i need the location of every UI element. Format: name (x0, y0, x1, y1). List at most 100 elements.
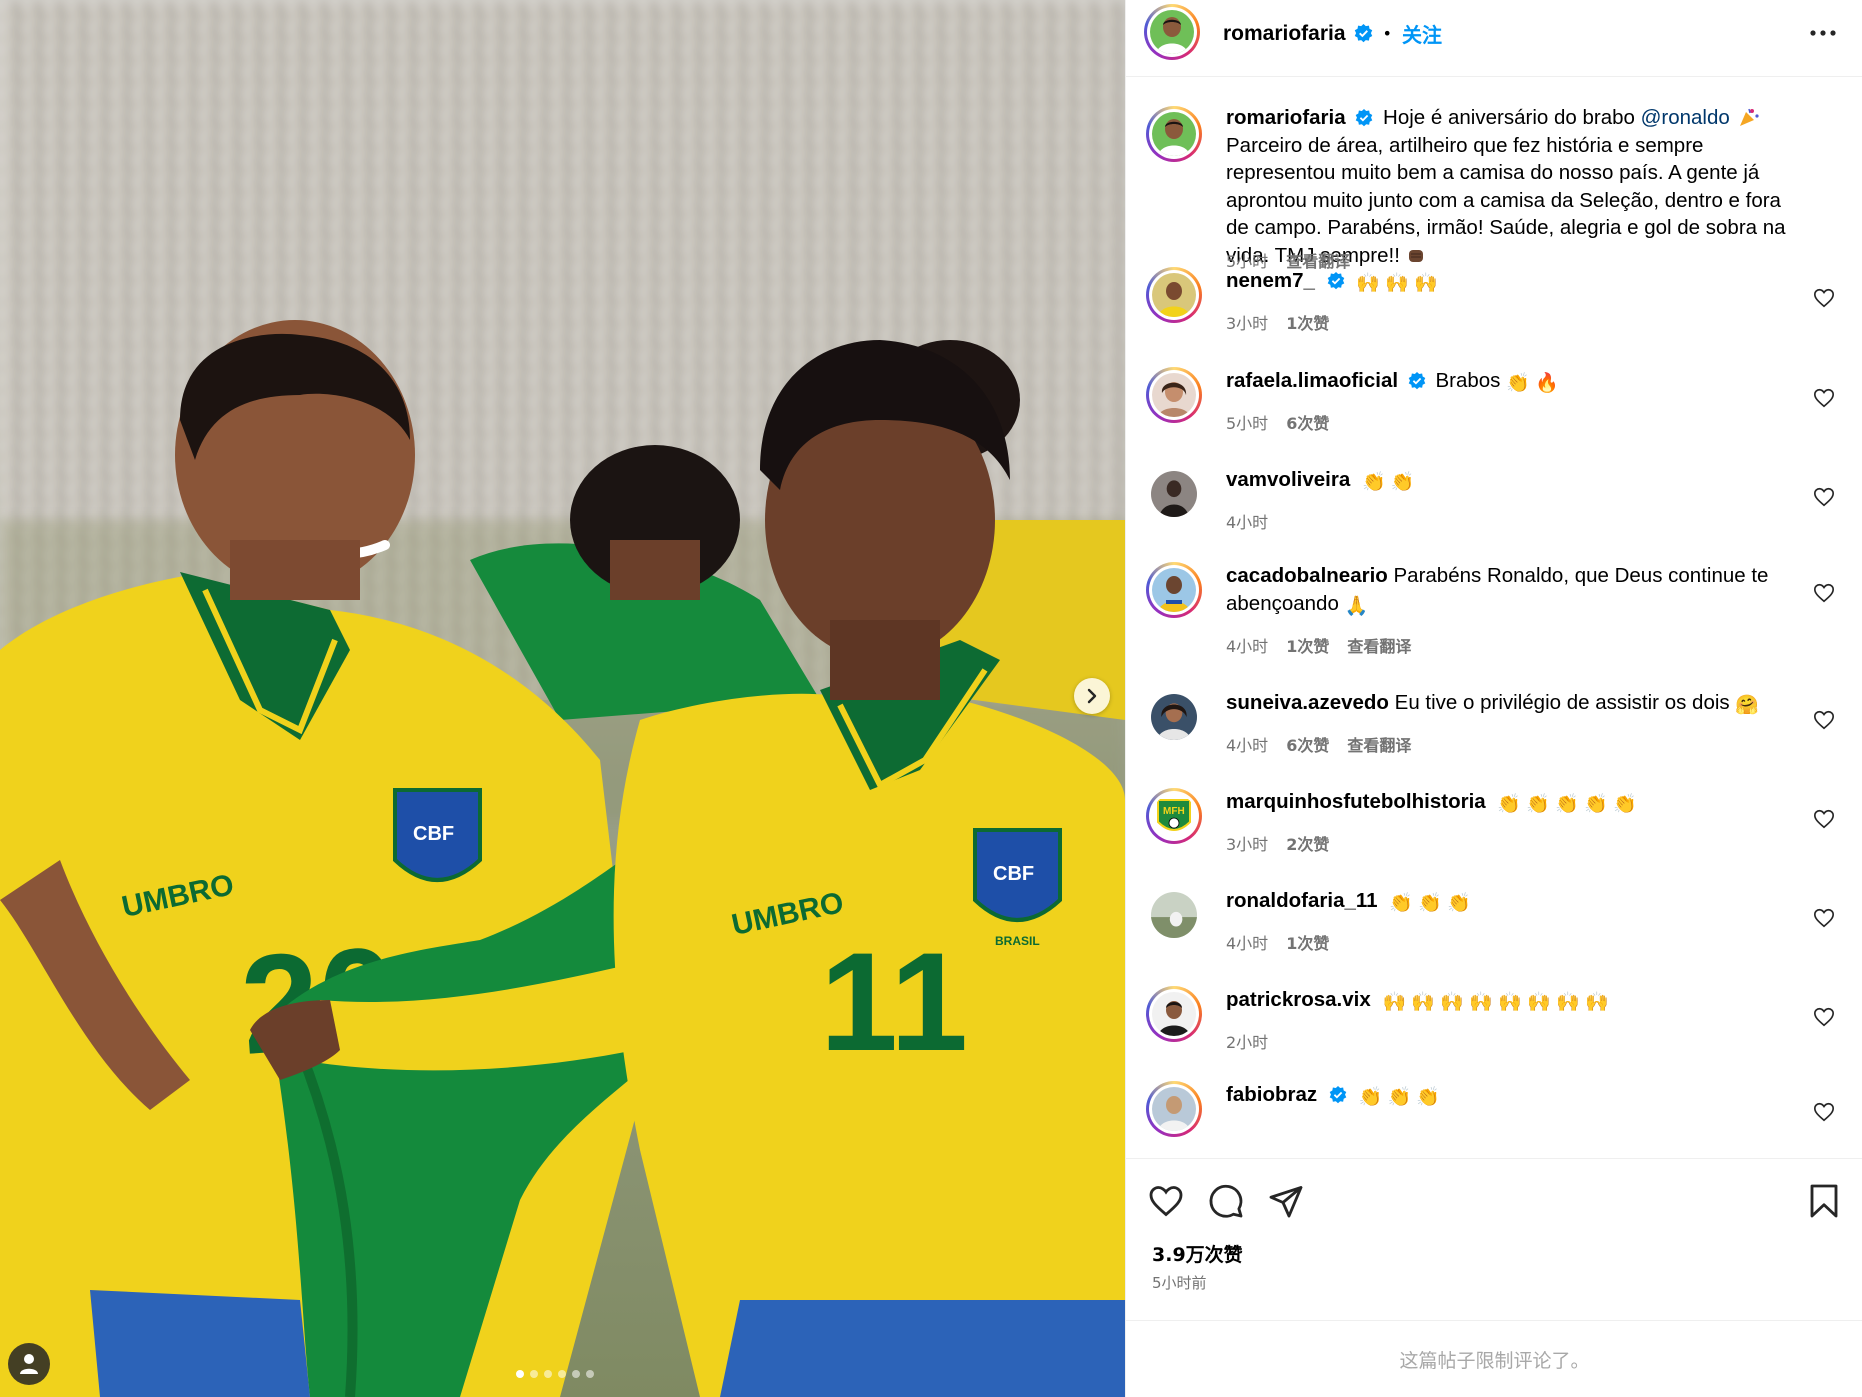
comment-body: rafaela.limaoficial Brabos 👏 🔥 (1226, 367, 1807, 395)
carousel-indicator (516, 1370, 594, 1378)
next-image-button[interactable] (1074, 678, 1110, 714)
chevron-right-icon (1087, 688, 1097, 704)
comment-meta: 4小时 (1226, 509, 1268, 533)
comment-username[interactable]: suneiva.azevedo (1226, 691, 1389, 714)
avatar (1152, 992, 1196, 1036)
like-button[interactable] (1146, 1181, 1186, 1221)
heart-icon[interactable] (1813, 907, 1835, 929)
comment-likes[interactable]: 1次赞 (1286, 310, 1329, 334)
header-separator: • (1382, 24, 1392, 43)
comment-username[interactable]: marquinhosfutebolhistoria (1226, 790, 1486, 813)
comments-limited-notice: 这篇帖子限制评论了。 (1126, 1320, 1862, 1397)
comment-meta: 2小时 (1226, 1029, 1268, 1053)
comment-likes[interactable]: 1次赞 (1286, 633, 1329, 657)
comment-avatar[interactable] (1146, 466, 1202, 522)
post-media[interactable]: 20 UMBRO CBF 11 UMBRO CBF BRASIL (0, 0, 1125, 1397)
tagged-users-button[interactable] (8, 1343, 50, 1385)
carousel-dot (544, 1370, 552, 1378)
comment-username[interactable]: rafaela.limaoficial (1226, 369, 1398, 392)
comment-emoji: 🙌 🙌 🙌 (1356, 273, 1438, 294)
heart-icon[interactable] (1813, 387, 1835, 409)
comment-avatar[interactable] (1146, 887, 1202, 943)
comments-list[interactable]: romariofaria Hoje é aniversário do brabo… (1126, 78, 1862, 1158)
comment-translate-link[interactable]: 查看翻译 (1347, 633, 1411, 657)
heart-icon[interactable] (1813, 1101, 1835, 1123)
comment-likes[interactable]: 1次赞 (1286, 930, 1329, 954)
heart-icon[interactable] (1813, 1006, 1835, 1028)
comment-avatar[interactable]: MFH (1146, 788, 1202, 844)
heart-icon[interactable] (1813, 808, 1835, 830)
comment-username[interactable]: ronaldofaria_11 (1226, 889, 1378, 912)
comment-body: marquinhosfutebolhistoria 👏 👏 👏 👏 👏 (1226, 788, 1807, 816)
comment-time: 5小时 (1226, 414, 1269, 433)
comment-likes[interactable]: 6次赞 (1286, 410, 1329, 434)
caption-avatar[interactable] (1146, 106, 1202, 162)
share-button[interactable] (1266, 1181, 1306, 1221)
comment-time: 4小时 (1226, 637, 1269, 656)
comment-time: 4小时 (1226, 736, 1269, 755)
svg-text:MFH: MFH (1163, 806, 1185, 817)
comment-emoji: 👏 👏 👏 👏 👏 (1497, 794, 1637, 815)
save-button[interactable] (1804, 1181, 1844, 1221)
badge-left: CBF (413, 823, 454, 845)
verified-badge-icon (1327, 272, 1344, 290)
comment-avatar[interactable] (1146, 689, 1202, 745)
comment-body: vamvoliveira 👏 👏 (1226, 466, 1807, 494)
comment-body: fabiobraz 👏 👏 👏 (1226, 1081, 1807, 1109)
caption-username[interactable]: romariofaria (1226, 106, 1346, 129)
more-options-button[interactable] (1803, 18, 1843, 48)
post-actions (1126, 1158, 1862, 1238)
user-icon (20, 1354, 38, 1374)
post-timestamp[interactable]: 5小时前 (1152, 1272, 1207, 1293)
follow-button[interactable]: 关注 (1402, 19, 1442, 48)
carousel-dot (558, 1370, 566, 1378)
comment-time: 4小时 (1226, 934, 1269, 953)
likes-count[interactable]: 3.9万次赞 (1152, 1240, 1243, 1267)
send-icon (1269, 1186, 1303, 1218)
comment-username[interactable]: vamvoliveira (1226, 468, 1350, 491)
verified-badge-icon (1354, 24, 1372, 43)
heart-icon[interactable] (1813, 486, 1835, 508)
comment-meta: 3小时 1次赞 (1226, 310, 1329, 334)
comment-username[interactable]: nenem7_ (1226, 269, 1315, 292)
comment-username[interactable]: fabiobraz (1226, 1083, 1317, 1106)
heart-icon (1149, 1186, 1183, 1217)
comment-text: Brabos (1435, 369, 1501, 392)
avatar (1151, 471, 1197, 517)
badge-right: CBF (993, 863, 1034, 885)
avatar (1152, 568, 1196, 612)
avatar: MFH (1152, 794, 1196, 838)
comment-button[interactable] (1206, 1181, 1246, 1221)
comment-icon (1209, 1184, 1243, 1218)
author-username[interactable]: romariofaria (1223, 22, 1346, 46)
comment-emoji: 🙌 🙌 🙌 🙌 🙌 🙌 🙌 🙌 (1382, 992, 1609, 1013)
badge-right-sub: BRASIL (995, 934, 1040, 948)
comment-likes[interactable]: 6次赞 (1286, 732, 1329, 756)
comment-emoji: 👏 👏 (1361, 472, 1415, 493)
comment-avatar[interactable] (1146, 562, 1202, 618)
caption-mention[interactable]: @ronaldo (1641, 106, 1730, 129)
comment-avatar[interactable] (1146, 367, 1202, 423)
comment-avatar[interactable] (1146, 267, 1202, 323)
comment-meta: 5小时 6次赞 (1226, 410, 1329, 434)
avatar (1150, 10, 1194, 54)
comment-avatar[interactable] (1146, 1081, 1202, 1137)
caption-text-before: Hoje é aniversário do brabo (1383, 106, 1641, 129)
comment-likes[interactable]: 2次赞 (1286, 831, 1329, 855)
verified-badge-icon (1408, 372, 1426, 390)
verified-badge-icon (1356, 109, 1373, 127)
heart-icon[interactable] (1813, 709, 1835, 731)
carousel-dot (516, 1370, 524, 1378)
heart-icon[interactable] (1813, 287, 1835, 309)
author-avatar[interactable] (1144, 4, 1200, 60)
avatar (1152, 373, 1196, 417)
comment-username[interactable]: patrickrosa.vix (1226, 988, 1371, 1011)
jersey-right-number: 11 (820, 923, 968, 1080)
comment-username[interactable]: cacadobalneario (1226, 564, 1388, 587)
comment-translate-link[interactable]: 查看翻译 (1347, 732, 1411, 756)
comment-body: cacadobalneario Parabéns Ronaldo, que De… (1226, 562, 1807, 617)
caption-text-after: Parceiro de área, artilheiro que fez his… (1226, 133, 1786, 267)
heart-icon[interactable] (1813, 582, 1835, 604)
comment-time: 3小时 (1226, 314, 1269, 333)
comment-avatar[interactable] (1146, 986, 1202, 1042)
